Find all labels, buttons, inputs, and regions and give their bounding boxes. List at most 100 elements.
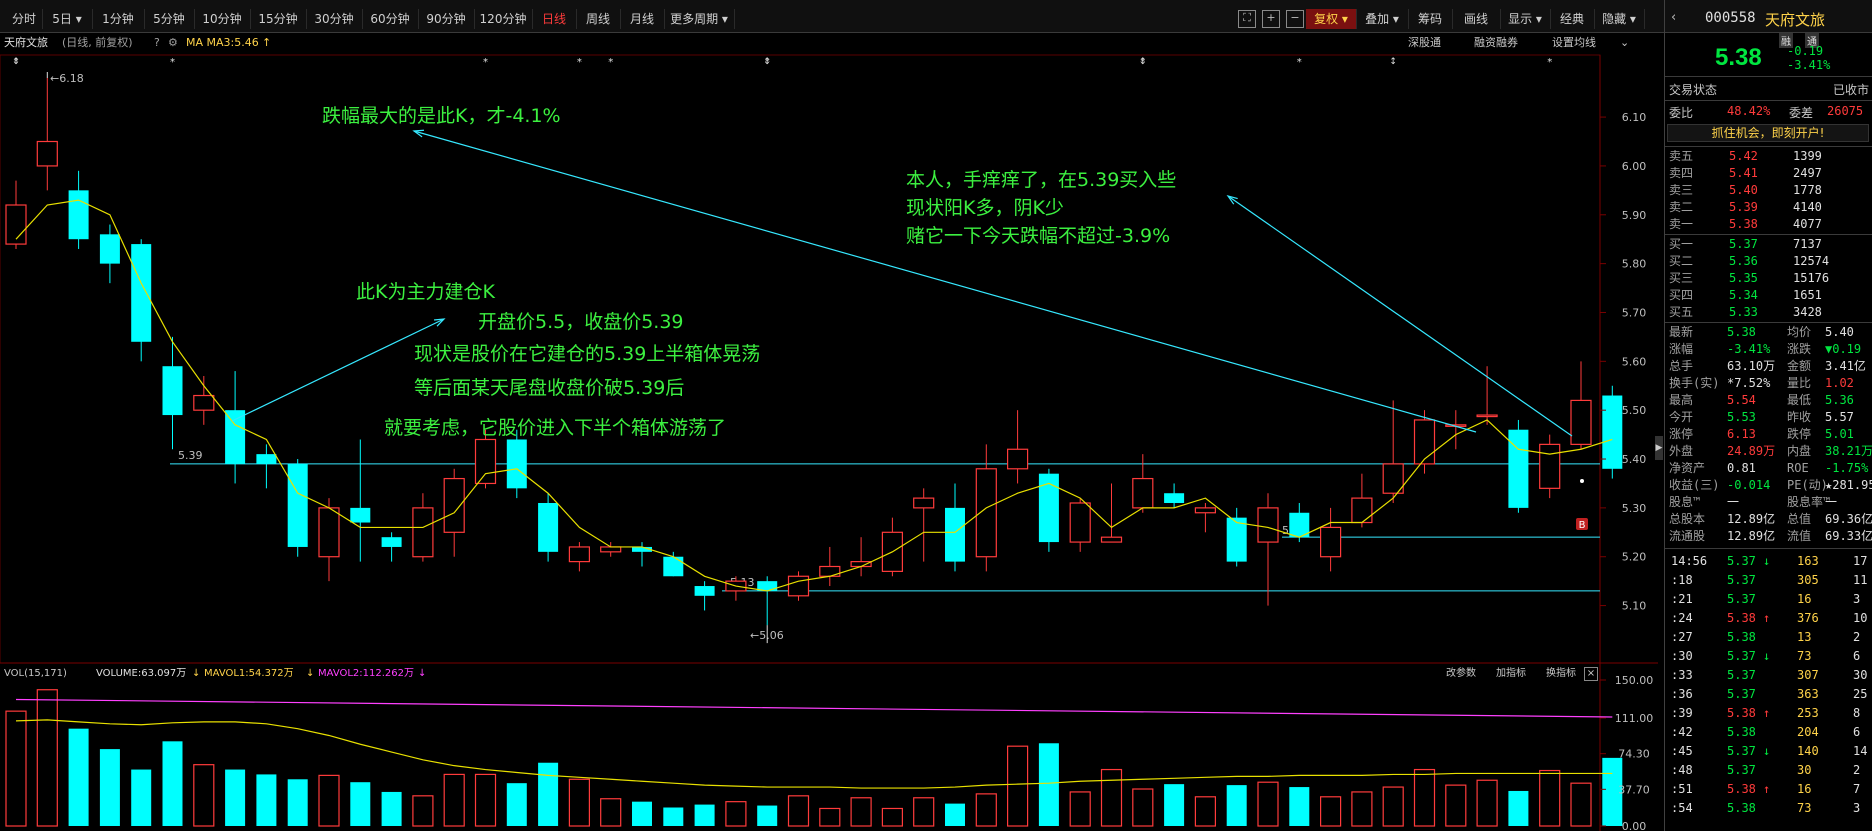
period-tab-12[interactable]: 月线 (620, 9, 665, 29)
mavol1-value: MAVOL1:54.372万 (204, 668, 294, 679)
vol-indicator-label: VOL(15,171) (4, 668, 67, 679)
tick-time: :21 (1671, 592, 1693, 606)
stat-label-2: 股息率™ (1787, 495, 1831, 509)
tick-price: 5.37 (1727, 668, 1756, 682)
stat-value-2: 5.36 (1825, 393, 1854, 407)
zoom-out-icon[interactable]: − (1286, 10, 1304, 28)
stat-value: 12.89亿 (1727, 512, 1776, 526)
tick-price: 5.38 (1727, 782, 1756, 796)
collapse-panel-handle[interactable]: ▶ (1655, 436, 1663, 460)
tick-row: :21 5.37 16 3 (1667, 591, 1871, 607)
volume-bar-up (412, 795, 434, 827)
candle-body-down (225, 410, 246, 464)
kline-chart[interactable]: 5.395.135.24 ←6.18←5.06*********↕↕↕↕B 6.… (0, 32, 1658, 831)
ask-row: 卖一 5.38 4077 (1667, 216, 1871, 232)
period-tab-7[interactable]: 60分钟 (362, 9, 419, 29)
period-tab-1[interactable]: 5日 ▾ (42, 9, 93, 29)
annotation-bought: 本人，手痒痒了，在5.39买入些 (906, 169, 1177, 191)
volume-bar-up (850, 797, 872, 827)
event-star-icon: * (1297, 57, 1302, 68)
tick-count: 6 (1853, 649, 1861, 663)
vol-add-indicator[interactable]: 加指标 (1496, 666, 1526, 682)
weibi-value: 48.42% (1727, 104, 1771, 118)
period-tab-4[interactable]: 10分钟 (194, 9, 251, 29)
toolbar-btn-5[interactable]: 经典 (1550, 9, 1595, 29)
vol-change-indicator[interactable]: 换指标 (1546, 666, 1576, 682)
candle-body-up (1570, 399, 1592, 445)
toolbar-btn-2[interactable]: 筹码 (1408, 9, 1453, 29)
vol-tick-label: 37.70 (1618, 783, 1650, 796)
volume-bar-down (162, 741, 183, 826)
fullscreen-icon[interactable]: ⛶ (1238, 10, 1256, 28)
volume-bar-down (1508, 790, 1529, 826)
volume-bar-up (1382, 786, 1404, 827)
tick-price: 5.37 (1727, 649, 1756, 663)
toolbar-btn-3[interactable]: 画线 (1452, 9, 1501, 29)
volume-bar-down (68, 728, 89, 826)
tick-row: :54 5.38 73 3 (1667, 800, 1871, 816)
stat-label: 涨幅 (1669, 342, 1694, 356)
event-arrow-icon: ↕ (1389, 57, 1397, 67)
candle-body-up (850, 561, 872, 568)
volume-bar-up (36, 689, 58, 827)
stat-value: -3.41% (1727, 342, 1771, 356)
mavol2-down-icon: ↓ (418, 668, 427, 679)
volume-bar-up (881, 807, 904, 827)
tick-time: :42 (1671, 725, 1693, 739)
ask-label: 卖一 (1669, 217, 1694, 231)
candle-body-up (1006, 448, 1029, 470)
mavol2-value: MAVOL2:112.262万 (318, 668, 415, 679)
ask-label: 卖四 (1669, 166, 1694, 180)
stat-value-2: -1.75% (1825, 461, 1869, 475)
buy-marker-letter: B (1579, 520, 1586, 531)
period-tab-9[interactable]: 120分钟 (474, 9, 533, 29)
toolbar-btn-6[interactable]: 隐藏 ▾ (1594, 9, 1645, 29)
period-tab-11[interactable]: 周线 (576, 9, 621, 29)
stat-value: 6.13 (1727, 427, 1756, 441)
stat-value: 5.38 (1727, 325, 1756, 339)
tick-volume: 140 (1797, 744, 1819, 758)
period-tab-5[interactable]: 15分钟 (250, 9, 307, 29)
candle-body-down (1164, 493, 1185, 503)
zoom-in-icon[interactable]: + (1262, 10, 1280, 28)
tick-direction-icon: ↓ (1763, 554, 1771, 568)
period-tab-6[interactable]: 30分钟 (306, 9, 363, 29)
tick-time: :30 (1671, 649, 1693, 663)
volume-bar-down (131, 769, 152, 826)
candle-body-down (287, 463, 308, 547)
tick-price: 5.37 (1727, 554, 1756, 568)
toolbar-btn-0[interactable]: 复权 ▾ (1306, 9, 1357, 29)
open-account-promo[interactable]: 抓住机会，即刻开户! (1667, 124, 1869, 142)
back-icon[interactable]: ‹ (1671, 10, 1676, 25)
candle-body-up (1100, 536, 1123, 543)
candle-body-up (1351, 497, 1373, 524)
ask-volume: 4077 (1793, 217, 1822, 231)
candle-body-up (1069, 502, 1091, 543)
tick-volume: 363 (1797, 687, 1819, 701)
tick-price: 5.38 (1727, 725, 1756, 739)
stat-row: 总手 63.10万 金额 3.41亿 (1667, 358, 1871, 374)
period-tab-0[interactable]: 分时 (6, 9, 43, 29)
volume-header: VOL(15,171) VOLUME:63.097万 ↓ MAVOL1:54.3… (4, 666, 1598, 682)
vol-edit-params[interactable]: 改参数 (1446, 666, 1476, 682)
period-tab-2[interactable]: 1分钟 (92, 9, 145, 29)
period-tab-13[interactable]: 更多周期 ▾ (664, 9, 735, 29)
tick-row: :27 5.38 13 2 (1667, 629, 1871, 645)
volume-bar-up (600, 798, 622, 827)
candle-body-up (787, 575, 810, 597)
buy-marker-dot (1580, 479, 1584, 483)
toolbar-btn-1[interactable]: 叠加 ▾ (1356, 9, 1409, 29)
period-tab-8[interactable]: 90分钟 (418, 9, 475, 29)
stat-label: 今开 (1669, 410, 1694, 424)
tick-row: :45 5.37 ↓ 140 14 (1667, 743, 1871, 759)
mavol1-down-icon: ↓ (306, 668, 315, 679)
vol-tick-label: 150.00 (1615, 674, 1654, 687)
stat-value: 5.53 (1727, 410, 1756, 424)
tick-row: :18 5.37 305 11 (1667, 572, 1871, 588)
period-tab-3[interactable]: 5分钟 (144, 9, 195, 29)
close-icon[interactable]: × (1584, 667, 1598, 681)
stat-value-2: 5.01 (1825, 427, 1854, 441)
period-tab-10[interactable]: 日线 (532, 9, 577, 29)
toolbar-btn-4[interactable]: 显示 ▾ (1500, 9, 1551, 29)
volume-bar-down (256, 774, 277, 826)
